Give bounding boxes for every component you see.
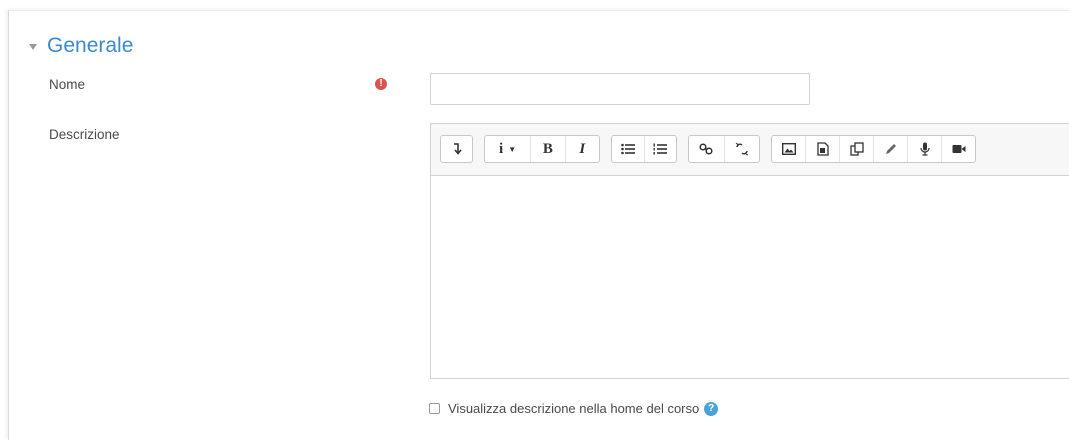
ordered-list-icon[interactable] [645, 136, 677, 162]
toolbar-group-lists [611, 135, 677, 163]
section-header-generale[interactable]: Generale [29, 34, 133, 58]
description-text-area[interactable] [431, 176, 1069, 378]
name-label: Nome [49, 77, 86, 92]
unlink-icon[interactable] [725, 136, 760, 162]
exclamation-circle-icon: ! [375, 78, 387, 90]
show-description-label[interactable]: Visualizza descrizione nella home del co… [448, 401, 699, 416]
toolbar-group-text: i ▼ B I [484, 135, 600, 163]
pencil-icon[interactable] [874, 136, 908, 162]
italic-icon[interactable]: I [566, 136, 599, 162]
microphone-icon[interactable] [908, 136, 942, 162]
question-circle-icon[interactable]: ? [704, 401, 719, 416]
show-description-row: Visualizza descrizione nella home del co… [429, 401, 719, 416]
bold-icon[interactable]: B [531, 136, 566, 162]
link-icon[interactable] [689, 136, 725, 162]
show-description-checkbox[interactable] [429, 403, 440, 414]
toolbar-group-more [440, 135, 473, 163]
editor-toolbar: i ▼ B I [431, 124, 1069, 176]
section-title[interactable]: Generale [47, 34, 133, 58]
description-editor: i ▼ B I [430, 123, 1069, 379]
toolbar-group-media [771, 135, 976, 163]
unordered-list-icon[interactable] [612, 136, 645, 162]
manage-files-icon[interactable] [840, 136, 874, 162]
show-more-buttons-icon[interactable] [441, 136, 472, 162]
caret-down-icon[interactable] [29, 44, 37, 50]
media-icon[interactable] [806, 136, 840, 162]
paragraph-style-icon[interactable]: i ▼ [485, 136, 532, 162]
image-icon[interactable] [772, 136, 806, 162]
video-camera-icon[interactable] [942, 136, 975, 162]
name-input[interactable] [430, 73, 810, 105]
toolbar-group-links [688, 135, 760, 163]
description-label: Descrizione [49, 127, 120, 142]
